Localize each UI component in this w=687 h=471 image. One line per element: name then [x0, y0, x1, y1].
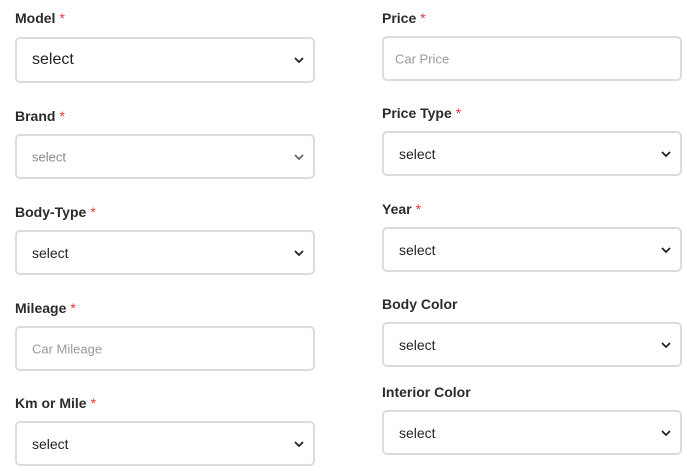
- price-label: Price *: [382, 10, 426, 26]
- field-price: Price * Car Price: [382, 10, 682, 82]
- model-label: Model *: [15, 10, 65, 26]
- interior-color-select[interactable]: select: [382, 410, 682, 455]
- chevron-down-icon: [294, 152, 304, 162]
- year-label: Year *: [382, 201, 422, 217]
- chevron-down-icon: [294, 248, 304, 258]
- chevron-down-icon: [661, 245, 671, 255]
- body-type-select-value: select: [32, 244, 69, 261]
- price-type-label: Price Type *: [382, 105, 462, 121]
- model-select-value: select: [32, 51, 74, 68]
- price-input[interactable]: Car Price: [382, 36, 682, 81]
- field-price-type: Price Type * select: [382, 105, 682, 177]
- interior-color-label: Interior Color: [382, 384, 471, 400]
- body-type-label: Body-Type *: [15, 204, 96, 220]
- year-select-value: select: [399, 241, 436, 258]
- body-color-select-value: select: [399, 336, 436, 353]
- body-color-label: Body Color: [382, 296, 458, 312]
- chevron-down-icon: [294, 439, 304, 449]
- required-marker: *: [420, 10, 426, 26]
- required-marker: *: [90, 204, 96, 220]
- km-or-mile-label: Km or Mile *: [15, 395, 97, 411]
- chevron-down-icon: [661, 340, 671, 350]
- required-marker: *: [59, 10, 65, 26]
- field-body-color: Body Color select: [382, 296, 682, 368]
- required-marker: *: [455, 105, 462, 121]
- interior-color-select-value: select: [399, 424, 436, 441]
- mileage-input-placeholder: Car Mileage: [32, 341, 103, 356]
- field-km-or-mile: Km or Mile * select: [15, 395, 315, 467]
- brand-label: Brand *: [15, 108, 65, 124]
- km-or-mile-select[interactable]: select: [15, 421, 315, 466]
- price-type-select-value: select: [399, 145, 436, 162]
- required-marker: *: [59, 108, 65, 124]
- chevron-down-icon: [294, 55, 304, 65]
- body-color-select[interactable]: select: [382, 322, 682, 367]
- chevron-down-icon: [661, 428, 671, 438]
- field-body-type: Body-Type * select: [15, 204, 315, 276]
- field-year: Year * select: [382, 201, 682, 273]
- price-type-select[interactable]: select: [382, 131, 682, 176]
- year-select[interactable]: select: [382, 227, 682, 272]
- mileage-label: Mileage *: [15, 300, 76, 316]
- body-type-select[interactable]: select: [15, 230, 315, 275]
- km-or-mile-select-value: select: [32, 435, 69, 452]
- required-marker: *: [70, 300, 76, 316]
- required-marker: *: [90, 395, 97, 411]
- model-select[interactable]: select: [15, 37, 315, 83]
- chevron-down-icon: [661, 149, 671, 159]
- field-brand: Brand * select: [15, 108, 315, 180]
- brand-select-value: select: [32, 149, 66, 164]
- brand-select[interactable]: select: [15, 134, 315, 179]
- mileage-input[interactable]: Car Mileage: [15, 326, 315, 371]
- price-input-placeholder: Car Price: [395, 51, 450, 66]
- field-mileage: Mileage * Car Mileage: [15, 300, 315, 372]
- required-marker: *: [415, 201, 422, 217]
- field-model: Model * select: [15, 10, 315, 84]
- field-interior-color: Interior Color select: [382, 384, 682, 456]
